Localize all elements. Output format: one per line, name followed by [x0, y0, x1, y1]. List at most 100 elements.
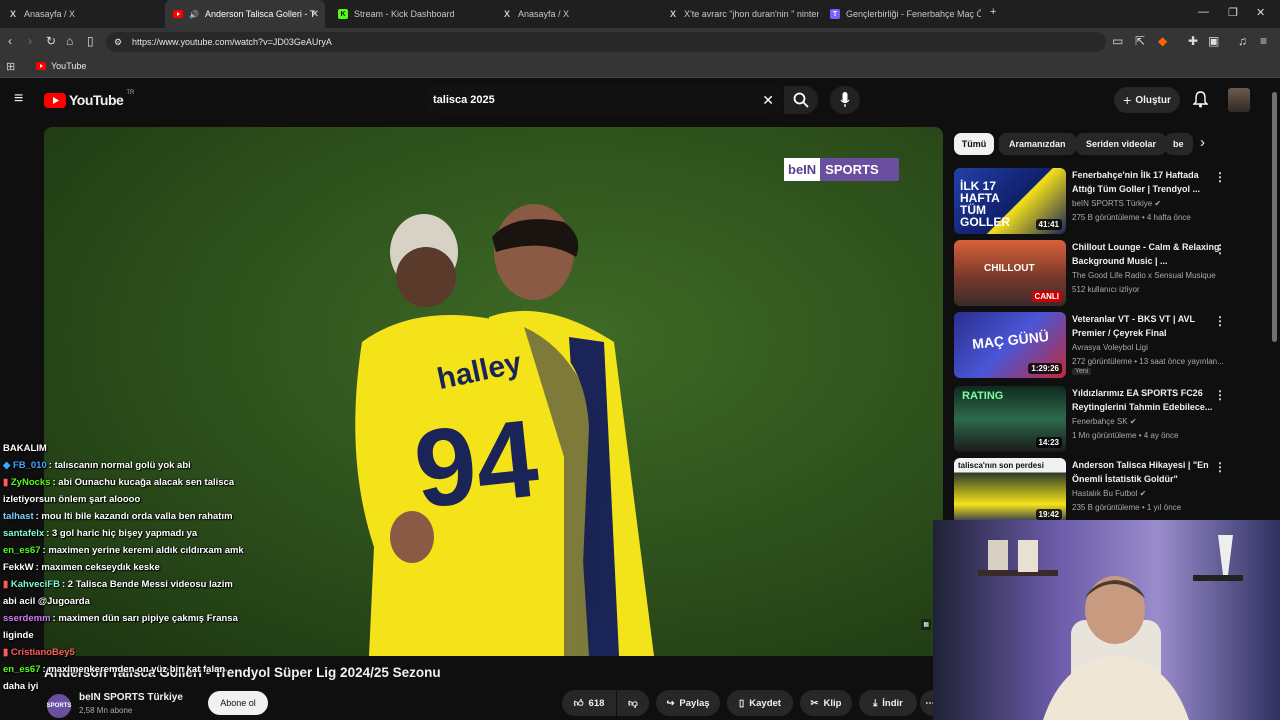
- tab-label: Anderson Talisca Golleri - Tre: [205, 9, 315, 19]
- channel-avatar[interactable]: SPORTS: [47, 694, 71, 718]
- apps-grid-icon[interactable]: ⊞: [6, 60, 15, 73]
- youtube-logo[interactable]: YouTube TR: [44, 90, 134, 108]
- chat-message: en_es67: maximen yerine keremi aldık cıl…: [3, 545, 244, 556]
- chip-from-search[interactable]: Aramanızdan: [999, 133, 1076, 155]
- menu-icon[interactable]: ≡: [1260, 34, 1267, 48]
- tab-6[interactable]: T Gençlerbirliği - Fenerbahçe Maç Özet: [822, 0, 984, 28]
- bookmark-youtube[interactable]: YouTube: [36, 61, 86, 71]
- channel-name[interactable]: Avrasya Voleybol Ligi: [1072, 341, 1227, 355]
- video-thumbnail[interactable]: RATING 14:23: [954, 386, 1066, 452]
- bein-sports-overlay-logo: beIN SPORTS: [784, 158, 899, 181]
- more-options-icon[interactable]: ⋮: [1214, 242, 1226, 256]
- avatar[interactable]: [1228, 88, 1250, 112]
- home-icon[interactable]: ⌂: [66, 34, 73, 48]
- maximize-icon[interactable]: ❐: [1228, 6, 1238, 19]
- more-options-icon[interactable]: ⋮: [1214, 170, 1226, 184]
- video-title[interactable]: Yıldızlarımız EA SPORTS FC26 Reytingleri…: [1072, 386, 1220, 414]
- channel-name[interactable]: beIN SPORTS Türkiye ✔: [1072, 197, 1227, 211]
- hamburger-menu-icon[interactable]: ≡: [14, 90, 23, 108]
- video-thumbnail[interactable]: talisca'nın son perdesi 19:42: [954, 458, 1066, 524]
- tab-label: Stream - Kick Dashboard: [354, 9, 455, 19]
- chat-message: ◆ FB_010: talıscanın normal golü yok abi: [3, 460, 191, 471]
- forward-arrow-icon[interactable]: ›: [28, 34, 32, 48]
- tab-3[interactable]: K Stream - Kick Dashboard: [330, 0, 492, 28]
- channel-name[interactable]: Fenerbahçe SK ✔: [1072, 415, 1227, 429]
- webcam-scene: [933, 520, 1280, 720]
- dislike-button[interactable]: 👎︎: [617, 690, 649, 716]
- create-button[interactable]: + Oluştur: [1114, 87, 1180, 113]
- speaker-icon[interactable]: 🔊: [189, 9, 199, 19]
- recommendation-item[interactable]: RATING 14:23 Yıldızlarımız EA SPORTS FC2…: [954, 386, 1234, 454]
- reload-icon[interactable]: ↻: [46, 34, 56, 48]
- channel-name[interactable]: Hastalık Bu Futbol ✔: [1072, 487, 1227, 501]
- chip-all[interactable]: Tümü: [954, 133, 994, 155]
- search-value: talisca 2025: [433, 94, 495, 106]
- chat-message: santafelx: 3 gol haric hiç bişey yapmadı…: [3, 528, 198, 539]
- download-button[interactable]: ⤓ İndir: [859, 690, 917, 716]
- chip-series-videos[interactable]: Seriden videolar: [1076, 133, 1167, 155]
- url-text: https://www.youtube.com/watch?v=JD03GeAU…: [132, 37, 332, 47]
- recommendation-item[interactable]: CHILLOUT CANLI Chillout Lounge - Calm & …: [954, 240, 1234, 308]
- channel-name[interactable]: The Good Life Radio x Sensual Musique: [1072, 269, 1227, 283]
- chip-partial[interactable]: be: [1165, 133, 1193, 155]
- clip-button[interactable]: ✂ Klip: [800, 690, 852, 716]
- like-count: 618: [588, 697, 605, 709]
- duration-badge: 14:23: [1035, 437, 1062, 448]
- recommendation-item[interactable]: İLK 17 HAFTA TÜM GOLLER 41:41 Fenerbahçe…: [954, 168, 1234, 236]
- recommendation-item[interactable]: MAÇ GÜNÜ 1:29:26 Veteranlar VT - BKS VT …: [954, 312, 1234, 380]
- plus-icon: +: [1123, 92, 1132, 108]
- media-icon[interactable]: ♫: [1238, 34, 1247, 48]
- more-options-icon[interactable]: ⋮: [1214, 314, 1226, 328]
- tab-4[interactable]: X Anasayfa / X: [494, 0, 658, 28]
- video-title[interactable]: Fenerbahçe'nin İlk 17 Haftada Attığı Tüm…: [1072, 168, 1220, 196]
- close-tab-icon[interactable]: ✕: [311, 9, 319, 20]
- save-button[interactable]: ▯ Kaydet: [727, 690, 793, 716]
- download-icon: ⤓: [873, 697, 878, 709]
- video-title[interactable]: Chillout Lounge - Calm & Relaxing Backgr…: [1072, 240, 1220, 268]
- tab-1[interactable]: X Anasayfa / X: [0, 0, 165, 28]
- voice-search-button[interactable]: [830, 86, 860, 114]
- video-thumbnail[interactable]: CHILLOUT CANLI: [954, 240, 1066, 306]
- sidebar-icon[interactable]: ▣: [1208, 34, 1219, 48]
- video-thumbnail[interactable]: İLK 17 HAFTA TÜM GOLLER 41:41: [954, 168, 1066, 234]
- share-button[interactable]: ↪ Paylaş: [656, 690, 720, 716]
- clear-search-icon[interactable]: ✕: [762, 86, 774, 114]
- thumbnail-text: CHILLOUT: [984, 263, 1035, 274]
- tab-5[interactable]: X X'te avrarc "jhon duran'nin " nintend: [660, 0, 822, 28]
- new-badge: Yeni: [1072, 368, 1092, 375]
- tab-label: Anasayfa / X: [518, 9, 570, 19]
- page-scrollbar[interactable]: [1272, 92, 1277, 342]
- video-thumbnail[interactable]: MAÇ GÜNÜ 1:29:26: [954, 312, 1066, 378]
- browser-tab-strip: X Anasayfa / X 🔊 Anderson Talisca Goller…: [0, 0, 1280, 28]
- site-info-icon[interactable]: ⚙: [114, 32, 122, 52]
- video-title[interactable]: Veteranlar VT - BKS VT | AVL Premier / Ç…: [1072, 312, 1220, 340]
- brave-shield-icon[interactable]: ◆: [1158, 34, 1167, 48]
- tab-2-active[interactable]: 🔊 Anderson Talisca Golleri - Tre ✕: [165, 0, 325, 28]
- video-stats: 275 B görüntüleme • 4 hafta önce: [1072, 213, 1191, 222]
- chips-next-chevron-icon[interactable]: ›: [1200, 134, 1205, 151]
- notifications-bell-icon[interactable]: [1193, 91, 1208, 108]
- search-button[interactable]: [784, 86, 818, 114]
- url-field[interactable]: ⚙ https://www.youtube.com/watch?v=JD03Ge…: [106, 32, 1106, 52]
- close-window-icon[interactable]: ✕: [1256, 6, 1265, 19]
- minimize-icon[interactable]: —: [1198, 6, 1209, 18]
- tab-label: Anasayfa / X: [24, 9, 76, 19]
- new-tab-plus-icon[interactable]: +: [990, 6, 996, 18]
- stream-chat-overlay: BAKALIM ◆ FB_010: talıscanın normal golü…: [3, 440, 248, 695]
- youtube-favicon-icon: [173, 9, 183, 19]
- address-bar-row: ‹ › ↻ ⌂ ▯ ⚙ https://www.youtube.com/watc…: [0, 28, 1280, 56]
- chat-badge-icon: ▮: [3, 647, 9, 658]
- like-button[interactable]: 👍︎ 618: [562, 690, 616, 716]
- video-stats: 235 B görüntüleme • 1 yıl önce: [1072, 503, 1182, 512]
- back-arrow-icon[interactable]: ‹: [8, 34, 12, 48]
- video-title[interactable]: Anderson Talisca Hikayesi | "En Önemli İ…: [1072, 458, 1220, 486]
- more-options-icon[interactable]: ⋮: [1214, 388, 1226, 402]
- share-page-icon[interactable]: ⇱: [1135, 34, 1145, 48]
- thumbnail-text: MAÇ GÜNÜ: [971, 328, 1050, 352]
- search-input[interactable]: talisca 2025 ✕: [424, 86, 784, 114]
- more-options-icon[interactable]: ⋮: [1214, 460, 1226, 474]
- extensions-icon[interactable]: ✚: [1188, 34, 1198, 48]
- recommendation-item[interactable]: talisca'nın son perdesi 19:42 Anderson T…: [954, 458, 1234, 526]
- cast-icon[interactable]: ▭: [1112, 34, 1123, 48]
- bookmark-icon[interactable]: ▯: [87, 34, 94, 48]
